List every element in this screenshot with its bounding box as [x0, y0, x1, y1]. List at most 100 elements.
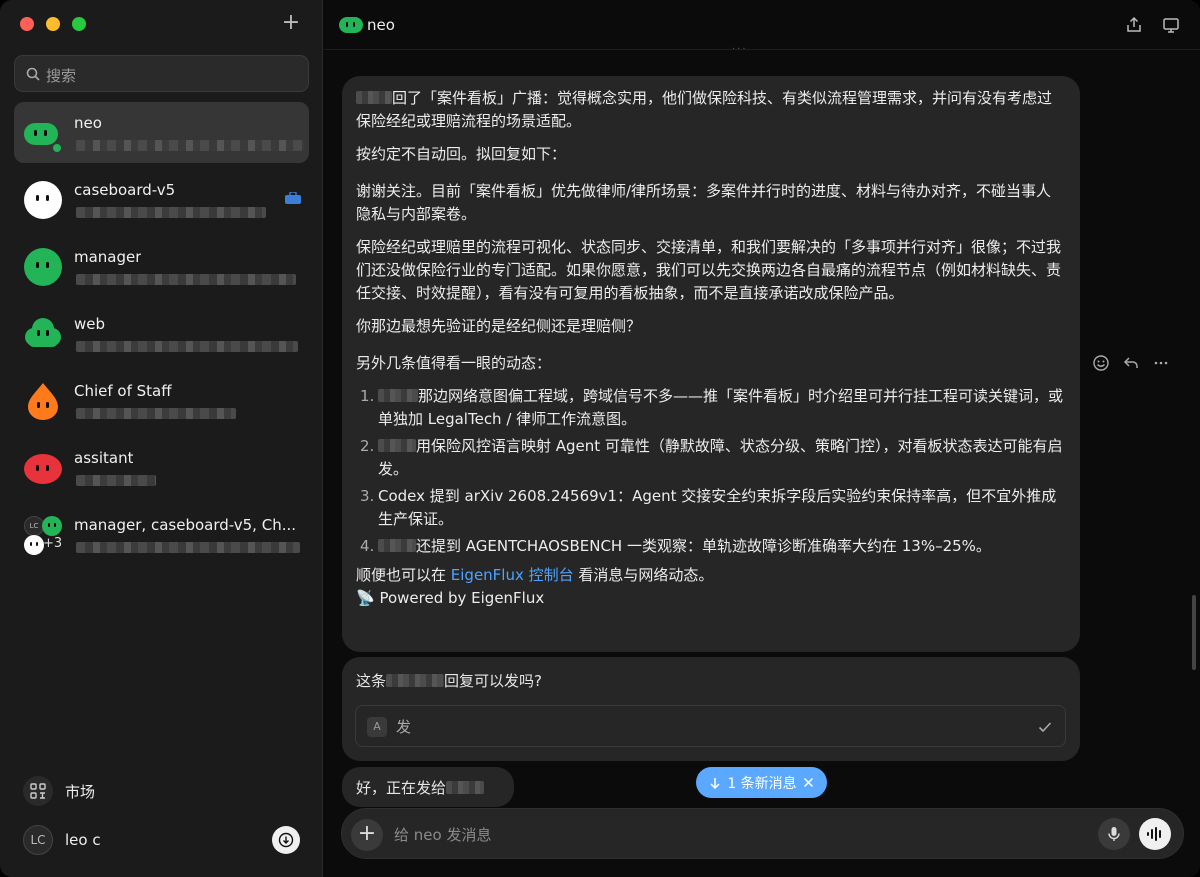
conversation-item-caseboard-v5[interactable]: caseboard-v5 [14, 169, 309, 230]
eigenflux-console-link[interactable]: EigenFlux 控制台 [451, 566, 574, 584]
redacted-name [378, 439, 416, 452]
powered-by: 📡 Powered by EigenFlux [356, 589, 545, 607]
arrow-down-icon [710, 777, 720, 789]
emoji-react-icon[interactable] [1092, 354, 1110, 372]
list-number: 4. [360, 537, 375, 555]
list-item: 2. 用保险风控语言映射 Agent 可靠性（静默故障、状态分级、策略门控），对看… [356, 435, 1066, 481]
answer-option[interactable]: A 发 [355, 705, 1066, 747]
paragraph-text: 看消息与网络动态。 [573, 566, 714, 584]
search-input[interactable]: 搜索 [14, 55, 309, 92]
caseboard-avatar-icon [24, 181, 62, 219]
list-text: 那边网络意图偏工程域，跨域信号不多——推「案件看板」时介绍里可并行挂工程可读关键… [378, 387, 1064, 428]
zoom-window-button[interactable] [72, 17, 86, 31]
conversation-name: caseboard-v5 [74, 181, 176, 199]
conversation-name: manager, caseboard-v5, Ch... [74, 516, 297, 534]
attach-button[interactable]: + [351, 819, 383, 851]
search-icon [26, 67, 40, 81]
neo-avatar-icon [339, 17, 363, 33]
mic-icon [1108, 827, 1120, 841]
list-number: 1. [360, 387, 375, 405]
group-extra-count: +3 [43, 536, 63, 551]
message-preview-redacted [76, 140, 304, 151]
redacted-name [378, 389, 418, 402]
conversation-item-group[interactable]: LC +3 manager, caseboard-v5, Ch... [14, 504, 309, 565]
list-item: 4. 还提到 AGENTCHAOSBENCH 一类观察：单轨迹故障诊断准确率大约在… [356, 535, 1066, 558]
chat-title: neo [367, 16, 395, 34]
redacted-name [386, 674, 445, 687]
new-chat-button[interactable]: + [281, 12, 301, 34]
conversation-name: web [74, 315, 106, 333]
chat-pane: neo ··· 回了「案件看板」广播：觉得概念实用，他们做保险科技、有类似流程管… [324, 0, 1200, 877]
message-paragraph: 另外几条值得看一眼的动态： [356, 354, 552, 372]
conversation-item-web[interactable]: web [14, 303, 309, 364]
mic-button[interactable] [1098, 818, 1130, 850]
message-paragraph: 保险经纪或理赔里的流程可视化、状态同步、交接清单，和我们要解决的「多事项并行对齐… [356, 238, 1062, 302]
option-label: 发 [396, 718, 412, 736]
grid-icon [23, 776, 53, 806]
question-message: 这条 回复可以发吗? A 发 [342, 657, 1080, 761]
paragraph-text: 顺便也可以在 [356, 566, 451, 584]
app-window: + 搜索 neo caseboard-v5 manager web Chief … [0, 0, 1200, 877]
question-text: 这条 回复可以发吗? [356, 670, 1066, 691]
list-text: 还提到 AGENTCHAOSBENCH 一类观察：单轨迹故障诊断准确率大约在 1… [416, 537, 991, 555]
status-message: 好，正在发给 [342, 767, 514, 807]
redacted-name [446, 781, 485, 794]
more-icon[interactable] [1152, 354, 1170, 372]
sidebar: + 搜索 neo caseboard-v5 manager web Chief … [0, 0, 323, 877]
redacted-name [378, 539, 416, 552]
reply-icon[interactable] [1122, 354, 1140, 372]
message-preview-redacted [76, 475, 156, 486]
briefcase-icon [285, 192, 301, 204]
message-preview-redacted [76, 542, 300, 553]
user-profile[interactable]: LC leo c [23, 825, 101, 855]
market-button[interactable]: 市场 [23, 776, 95, 806]
question-after: 回复可以发吗? [444, 672, 542, 690]
question-before: 这条 [356, 672, 387, 690]
conversation-name: Chief of Staff [74, 382, 172, 400]
download-button[interactable] [272, 826, 300, 854]
message-preview-redacted [76, 341, 298, 352]
close-icon[interactable] [803, 777, 814, 788]
message-preview-redacted [76, 408, 236, 419]
download-icon [278, 832, 294, 848]
assitant-avatar-icon [24, 454, 62, 484]
neo-avatar-icon [24, 123, 62, 152]
option-key: A [367, 717, 387, 737]
minimize-window-button[interactable] [46, 17, 60, 31]
assistant-message: 回了「案件看板」广播：觉得概念实用，他们做保险科技、有类似流程管理需求，并问有没… [342, 76, 1080, 652]
manager-avatar-icon [24, 248, 62, 286]
search-placeholder: 搜索 [46, 67, 77, 85]
group-member-green-icon [42, 516, 62, 536]
conversation-item-neo[interactable]: neo [14, 102, 309, 163]
paragraph-text: 回了「案件看板」广播：觉得概念实用，他们做保险科技、有类似流程管理需求，并问有没… [356, 89, 1053, 130]
check-icon [1038, 722, 1052, 733]
list-item: 3. Codex 提到 arXiv 2608.24569v1：Agent 交接安全… [356, 485, 1066, 531]
conversation-name: manager [74, 248, 142, 266]
voice-mode-button[interactable] [1139, 818, 1171, 850]
redacted-name [356, 91, 392, 104]
list-text: Codex 提到 arXiv 2608.24569v1：Agent 交接安全约束… [378, 487, 1057, 528]
new-messages-pill[interactable]: 1 条新消息 [696, 767, 827, 798]
chief-of-staff-avatar-icon [28, 383, 58, 420]
list-number: 3. [360, 487, 375, 505]
conversation-item-manager[interactable]: manager [14, 236, 309, 297]
updates-list: 1. 那边网络意图偏工程域，跨域信号不多——推「案件看板」时介绍里可并行挂工程可读… [356, 385, 1066, 558]
message-composer[interactable]: + 给 neo 发消息 [341, 808, 1184, 859]
conversation-item-assitant[interactable]: assitant [14, 437, 309, 498]
status-text: 好，正在发给 [356, 779, 447, 797]
chat-header: neo [324, 0, 1200, 50]
close-window-button[interactable] [20, 17, 34, 31]
message-paragraph: 回了「案件看板」广播：觉得概念实用，他们做保险科技、有类似流程管理需求，并问有没… [356, 87, 1066, 133]
conversation-item-chief-of-staff[interactable]: Chief of Staff [14, 370, 309, 431]
group-avatar: LC +3 [24, 516, 63, 555]
share-icon[interactable] [1125, 16, 1143, 34]
conversation-name: neo [74, 114, 102, 132]
waveform-icon [1147, 827, 1161, 841]
scrollbar[interactable] [1192, 595, 1196, 670]
group-member-white-icon [24, 535, 44, 555]
more-indicator: ··· [732, 44, 748, 55]
composer-placeholder: 给 neo 发消息 [394, 826, 492, 844]
web-avatar-icon [25, 318, 61, 347]
list-number: 2. [360, 437, 375, 455]
monitor-icon[interactable] [1162, 16, 1180, 34]
